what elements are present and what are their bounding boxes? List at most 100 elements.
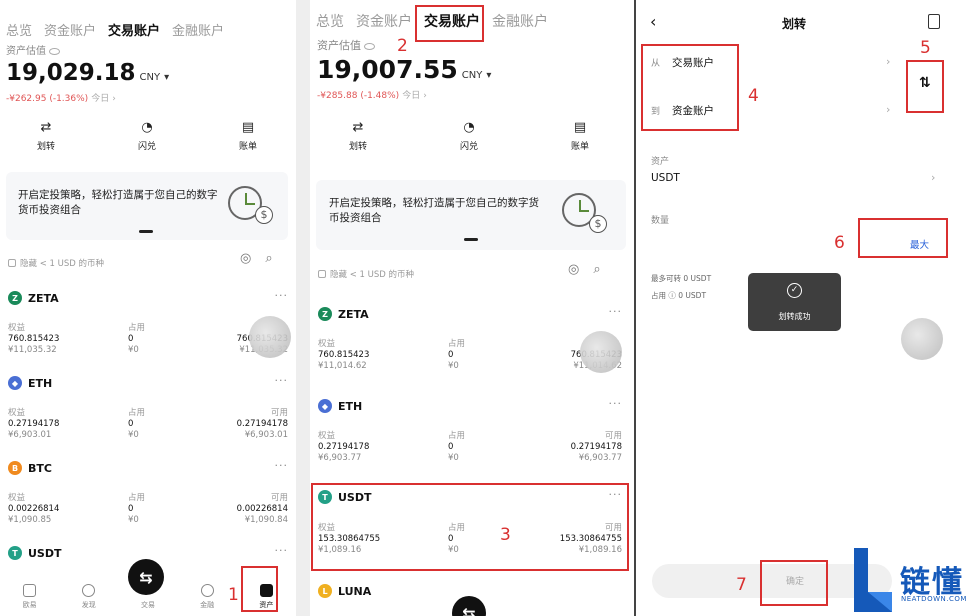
nav-label: 交易: [140, 601, 155, 609]
transfer-action[interactable]: ⇄ 划转: [26, 119, 66, 153]
available-cny: ¥6,903.01: [244, 430, 288, 440]
transfer-icon: ⇄: [40, 119, 52, 135]
hide-small-label: 隐藏 < 1 USD 的币种: [20, 259, 105, 269]
chevron-down-icon[interactable]: ▾: [164, 72, 169, 83]
occupied-value: 0: [128, 419, 134, 429]
transfer-action[interactable]: ⇄ 划转: [338, 120, 378, 153]
occupied-cny: ¥0: [128, 345, 139, 355]
more-icon[interactable]: ···: [275, 459, 289, 472]
more-icon[interactable]: ···: [609, 305, 623, 318]
more-icon[interactable]: ···: [275, 544, 289, 557]
today-label[interactable]: 今日: [91, 94, 109, 104]
more-icon[interactable]: ···: [275, 374, 289, 387]
change-value: -¥285.88 (-1.48%): [317, 91, 400, 101]
nav-trade[interactable]: 交易: [128, 600, 168, 610]
record-icon[interactable]: [928, 14, 940, 29]
tab-finance-account[interactable]: 金融账户: [492, 11, 548, 31]
available-value: 0.27194178: [570, 442, 622, 452]
nav-discover[interactable]: 发现: [69, 584, 109, 610]
step-number: 4: [748, 86, 759, 106]
chevron-right-icon[interactable]: ›: [886, 103, 890, 116]
chevron-right-icon[interactable]: ›: [112, 94, 116, 104]
dca-banner[interactable]: 开启定投策略，轻松打造属于您自己的数字货币投资组合 $: [6, 172, 288, 240]
convert-action[interactable]: ◔ 闪兑: [449, 120, 489, 153]
available-value: 0.00226814: [236, 504, 288, 514]
nav-home[interactable]: 欧易: [10, 584, 50, 610]
hide-small-filter[interactable]: 隐藏 < 1 USD 的币种: [8, 257, 104, 269]
chevron-right-icon[interactable]: ›: [423, 91, 427, 101]
asset-row-zeta[interactable]: ZZETA ··· 权益760.815423¥11,035.32 占用0¥0 7…: [8, 289, 289, 357]
bill-action[interactable]: ▤ 账单: [228, 120, 268, 153]
page-title: 划转: [781, 17, 806, 31]
chevron-right-icon[interactable]: ›: [931, 171, 935, 184]
highlight-trading-tab: [415, 5, 484, 42]
balance-value: 19,007.55: [317, 55, 458, 84]
asset-row-eth[interactable]: ◆ ETH ··· 权益 0.27194178 ¥6,903.01 占用 0 ¥0 可用 0…: [8, 374, 289, 442]
checkbox[interactable]: [8, 259, 16, 267]
asset-row-btc[interactable]: B BTC ··· 权益 0.00226814 ¥1,090.85 占用 0 ¥0 可用 0…: [8, 459, 289, 527]
search-icon[interactable]: ⌕: [593, 262, 600, 277]
currency-label[interactable]: CNY: [462, 70, 483, 81]
hide-small-filter[interactable]: 隐藏 < 1 USD 的币种: [318, 268, 414, 280]
asset-row-eth[interactable]: ◆ ETH ··· 权益 0.27194178 ¥6,903.77 占用 0 ¥0 可用 0…: [318, 397, 623, 469]
dca-banner[interactable]: 开启定投策略，轻松打造属于您自己的数字货币投资组合 $: [316, 180, 626, 250]
eye-icon[interactable]: [364, 42, 375, 50]
asset-select[interactable]: USDT: [651, 172, 680, 184]
equity-label: 权益: [8, 323, 26, 333]
floating-assistant-ball[interactable]: [249, 316, 291, 358]
equity-label: 权益: [318, 431, 336, 441]
bill-label: 账单: [570, 142, 589, 152]
eth-icon: ◆: [8, 376, 22, 390]
banner-pager: [464, 238, 478, 241]
occupied-value: 0: [448, 350, 454, 360]
tab-overview[interactable]: 总览: [6, 20, 32, 39]
available-label: 可用: [270, 408, 288, 418]
search-icon[interactable]: ⌕: [265, 251, 272, 266]
tab-trading-account[interactable]: 交易账户: [108, 20, 160, 39]
eye-icon[interactable]: [49, 47, 60, 55]
account-tabs: 总览 资金账户 交易账户 金融账户: [6, 20, 224, 39]
occupied-label: 占用: [128, 408, 146, 418]
equity-label: 权益: [318, 339, 336, 349]
equity-value: 760.815423: [8, 334, 60, 344]
step-number: 3: [500, 525, 511, 545]
target-icon[interactable]: ◎: [568, 262, 579, 277]
occupied-label: 占用: [651, 291, 666, 300]
tab-finance-account[interactable]: 金融账户: [172, 20, 224, 39]
tab-funding-account[interactable]: 资金账户: [356, 11, 412, 31]
nav-finance[interactable]: 金融: [187, 584, 227, 610]
trade-swap-icon[interactable]: ⇆: [128, 559, 164, 595]
floating-assistant-ball[interactable]: [580, 331, 622, 373]
chevron-down-icon[interactable]: ▾: [486, 70, 491, 81]
estimate-label: 资产估值: [6, 42, 60, 57]
home-icon: [23, 584, 37, 597]
currency-label[interactable]: CNY: [140, 72, 161, 83]
tab-funding-account[interactable]: 资金账户: [44, 20, 96, 39]
highlight-from-to: [641, 44, 739, 131]
bill-label: 账单: [238, 142, 257, 152]
quick-actions: ⇄ 划转 ◔ 闪兑 ▤ 账单: [338, 120, 600, 153]
transfer-header: ‹ 划转: [636, 12, 970, 34]
equity-cny: ¥6,903.01: [8, 430, 52, 440]
checkbox[interactable]: [318, 270, 326, 278]
tab-overview[interactable]: 总览: [316, 11, 344, 31]
nav-label: 发现: [81, 601, 96, 609]
more-icon[interactable]: ···: [275, 289, 289, 302]
asset-row-zeta[interactable]: ZZETA ··· 权益760.815423¥11,014.62 占用0¥0 7…: [318, 305, 623, 377]
more-icon[interactable]: ···: [609, 397, 623, 410]
equity-value: 0.00226814: [8, 504, 60, 514]
bill-action[interactable]: ▤ 账单: [560, 120, 600, 153]
convert-action[interactable]: ◔ 闪兑: [127, 120, 167, 153]
occupied-value: 0: [128, 334, 134, 344]
target-icon[interactable]: ◎: [240, 251, 251, 266]
asset-label: 资产: [651, 157, 670, 167]
today-label[interactable]: 今日: [402, 91, 420, 101]
banner-text: 开启定投策略，轻松打造属于您自己的数字货币投资组合: [18, 189, 218, 216]
chevron-right-icon[interactable]: ›: [886, 55, 890, 68]
transfer-label: 划转: [348, 142, 367, 152]
divider: [296, 0, 310, 616]
floating-assistant-ball[interactable]: [901, 318, 943, 360]
available-label: 可用: [270, 493, 288, 503]
info-icon[interactable]: ⓘ: [668, 291, 676, 300]
nav-label: 金融: [200, 601, 215, 609]
